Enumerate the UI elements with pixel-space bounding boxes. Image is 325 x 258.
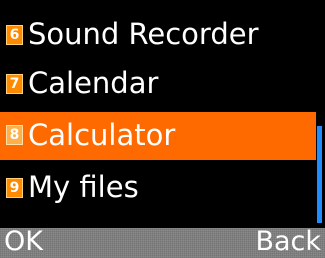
number-badge: 6 [6, 25, 23, 45]
number-badge: 9 [6, 178, 23, 198]
scroll-indicator[interactable] [317, 126, 322, 223]
softkey-bar: OK Back [0, 226, 325, 258]
phone-screen: 6 Sound Recorder 7 Calendar 8 Calculator… [0, 0, 325, 258]
ok-softkey[interactable]: OK [4, 226, 43, 258]
menu-item-my-files[interactable]: 9 My files [0, 166, 312, 210]
menu-list: 6 Sound Recorder 7 Calendar 8 Calculator… [0, 0, 325, 228]
menu-item-calendar[interactable]: 7 Calendar [0, 61, 312, 105]
menu-item-label: My files [28, 170, 139, 204]
menu-item-label: Sound Recorder [28, 17, 259, 51]
number-badge: 7 [6, 74, 23, 94]
menu-item-label: Calculator [28, 118, 176, 152]
menu-item-sound-recorder[interactable]: 6 Sound Recorder [0, 12, 312, 56]
number-badge: 8 [6, 125, 23, 145]
back-softkey[interactable]: Back [255, 226, 321, 258]
menu-item-label: Calendar [28, 66, 159, 100]
menu-item-calculator[interactable]: 8 Calculator [0, 112, 316, 160]
